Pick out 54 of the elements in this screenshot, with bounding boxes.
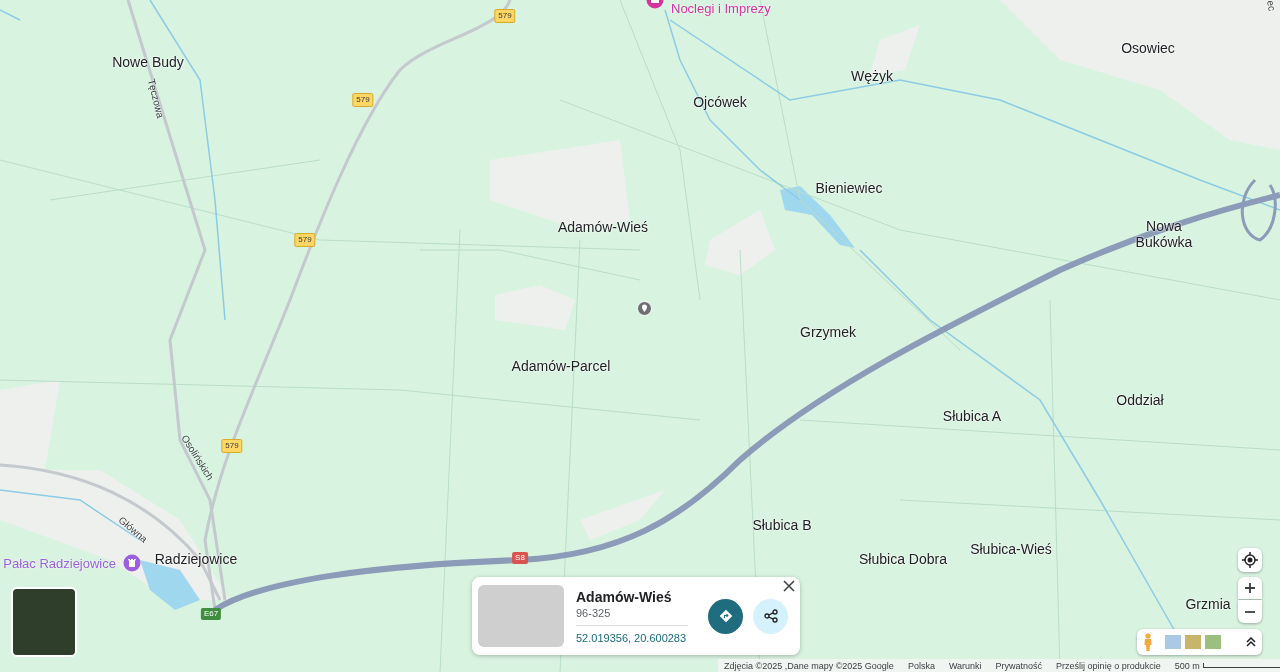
share-icon (763, 609, 778, 623)
place-label: Adamów-Wieś (557, 219, 649, 235)
place-label: Nowa Bukówka (1134, 218, 1194, 250)
map-layer-thumbnail[interactable] (1205, 635, 1221, 649)
share-button[interactable] (753, 598, 788, 634)
my-location-icon (1242, 552, 1258, 568)
place-label: Grzymek (800, 324, 856, 340)
directions-button[interactable] (708, 598, 743, 634)
chevron-up-icon (1246, 637, 1256, 647)
place-label: Słubica Dobra (859, 551, 947, 567)
map-layer-thumbnail[interactable] (1165, 635, 1181, 649)
road-shield: 579 (294, 233, 316, 247)
road-shield: E67 (200, 608, 222, 620)
footer-link[interactable]: Polska (907, 660, 935, 671)
attribution-text: Zdjęcia ©2025 ,Dane mapy ©2025 Google (724, 660, 894, 671)
road-shield: S8 (512, 552, 528, 564)
footer-link[interactable]: Prywatność (995, 660, 1043, 671)
place-label: Osowiec (1121, 40, 1175, 56)
postal-code: 96-325 (576, 606, 688, 626)
location-pin-icon[interactable] (637, 301, 652, 316)
place-label: Radziejowice (154, 551, 238, 567)
my-location-button[interactable] (1238, 548, 1262, 572)
place-title: Adamów-Wieś (576, 588, 673, 605)
place-label: Ojcówek (693, 94, 747, 110)
place-label: Adamów-Parcel (511, 358, 611, 374)
street-label: ec (1264, 0, 1278, 12)
place-label: Grzmia (1185, 596, 1231, 612)
zoom-out-button[interactable] (1238, 600, 1262, 623)
place-label: Słubica-Wieś (970, 541, 1052, 557)
poi-icon[interactable] (123, 554, 141, 572)
road-shield: 579 (494, 9, 516, 23)
expand-button[interactable] (1246, 637, 1256, 647)
road-shield: 579 (221, 439, 243, 453)
place-label: Słubica A (942, 408, 1002, 424)
coordinates-text[interactable]: 52.019356, 20.600283 (576, 627, 688, 644)
place-label: Wężyk (851, 68, 893, 84)
poi-label[interactable]: Pałac Radziejowice (3, 556, 116, 571)
road-shield: 579 (352, 93, 374, 107)
scale-label: 500 m (1174, 660, 1200, 671)
place-label: Nowe Budy (112, 54, 184, 70)
poi-label[interactable]: Noclegi i Imprezy (671, 1, 771, 16)
footer-link[interactable]: Warunki (948, 660, 982, 671)
satellite-layer-thumbnail[interactable] (11, 587, 77, 657)
close-icon (783, 580, 795, 592)
pegman-icon (1143, 633, 1153, 651)
map-layer-thumbnail[interactable] (1185, 635, 1201, 649)
place-label: Oddział (1116, 392, 1164, 408)
place-label: Bieniewiec (815, 180, 883, 196)
street-label: Tęczowa (145, 77, 167, 120)
zoom-in-button[interactable] (1238, 577, 1262, 599)
footer-link[interactable]: Prześlij opinię o produkcie (1056, 660, 1161, 671)
close-button[interactable] (782, 580, 796, 594)
plus-icon (1245, 583, 1255, 593)
place-label: Słubica B (752, 517, 812, 533)
